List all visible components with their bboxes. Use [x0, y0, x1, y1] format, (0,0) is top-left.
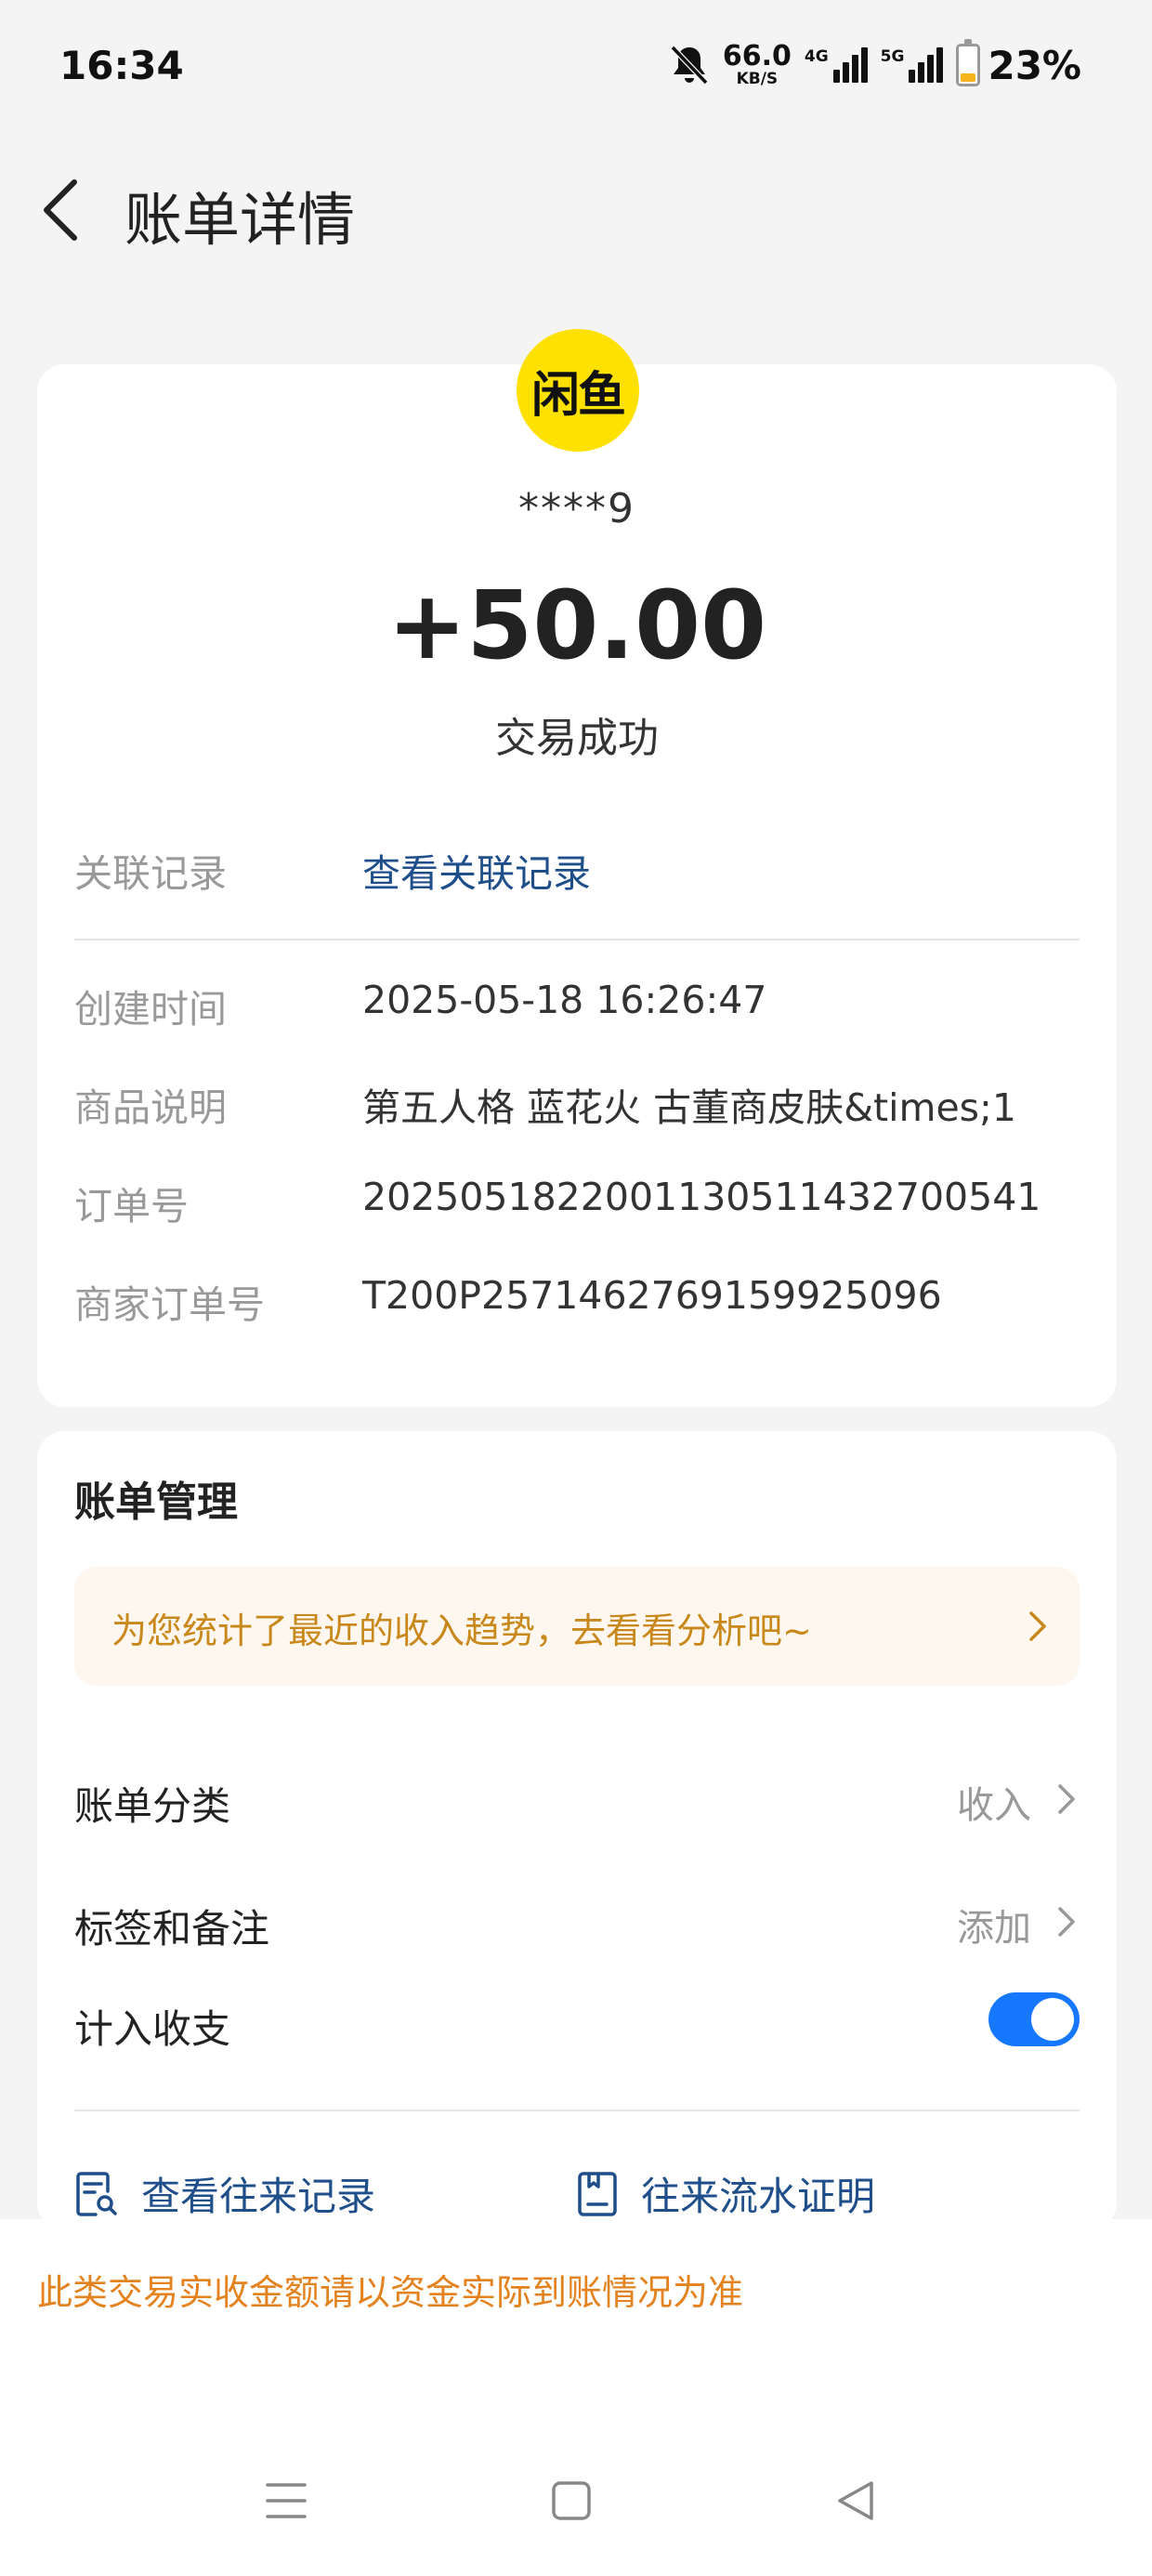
view-records-label: 查看往来记录 [141, 2174, 376, 2219]
related-records-link[interactable]: 查看关联记录 [362, 842, 591, 898]
chevron-right-icon [1029, 1611, 1046, 1641]
battery-icon [956, 39, 981, 86]
created-time-value: 2025-05-18 16:26:47 [362, 978, 767, 1022]
menu-icon[interactable] [264, 2479, 308, 2522]
statement-icon [578, 2171, 617, 2216]
signal-bar [918, 62, 925, 83]
signal-bar [936, 47, 944, 83]
page-title: 账单详情 [124, 186, 356, 254]
bill-management-card: 账单管理 为您统计了最近的收入趋势，去看看分析吧~ 账单分类 收入 标签和备注 … [37, 1431, 1117, 2230]
status-bar: 16:34 66.0 KB/S 4G 5G 23% [0, 0, 1152, 139]
signal-bar [832, 70, 840, 83]
include-stats-label: 计入收支 [74, 2006, 231, 2052]
signal-4g: 4G [805, 47, 868, 83]
merchant-logo: 闲鱼 [517, 329, 639, 452]
related-label: 关联记录 [74, 851, 227, 896]
home-icon[interactable] [550, 2479, 593, 2522]
chevron-right-icon [1058, 1907, 1075, 1937]
back-arrow-icon[interactable] [33, 173, 89, 247]
bill-category-label: 账单分类 [74, 1783, 231, 1829]
statement-proof-button[interactable]: 往来流水证明 [576, 2165, 875, 2222]
signal-5g: 5G [881, 47, 944, 83]
transaction-card: ****9 +50.00 交易成功 关联记录 查看关联记录 创建时间 2025-… [37, 364, 1117, 1407]
transaction-status: 交易成功 [495, 715, 659, 762]
tags-notes-label: 标签和备注 [74, 1906, 270, 1952]
battery: 23% [956, 39, 1081, 88]
product-desc-value: 第五人格 蓝花火 古董商皮肤&times;1 [362, 1085, 1016, 1130]
divider [74, 939, 1080, 940]
battery-fill [961, 72, 976, 82]
back-triangle-icon[interactable] [834, 2479, 877, 2522]
mute-bell-icon [670, 45, 709, 85]
footer: 此类交易实收金额请以资金实际到账情况为准 [0, 2219, 1152, 2576]
net-speed-unit: KB/S [736, 70, 779, 88]
statement-proof-label: 往来流水证明 [641, 2174, 876, 2219]
section-title: 账单管理 [74, 1479, 238, 1526]
bill-category-value: 收入 [957, 1784, 1031, 1827]
toggle-knob [1031, 1998, 1074, 2041]
include-stats-toggle[interactable] [988, 1992, 1080, 2046]
nav-header: 账单详情 [0, 149, 1152, 260]
battery-percent: 23% [988, 42, 1081, 88]
net-speed-value: 66.0 [722, 40, 792, 72]
signal-bar [927, 55, 935, 83]
net-speed: 66.0 KB/S [723, 43, 792, 87]
merchant-order-label: 商家订单号 [74, 1282, 265, 1327]
signal-bar [860, 47, 868, 83]
footer-note: 此类交易实收金额请以资金实际到账情况为准 [37, 2272, 744, 2313]
search-record-icon [76, 2171, 117, 2216]
chevron-right-icon [1058, 1784, 1075, 1814]
view-records-button[interactable]: 查看往来记录 [74, 2165, 375, 2222]
status-time: 16:34 [59, 43, 184, 88]
net-type-5g: 5G [880, 47, 905, 66]
net-type-4g: 4G [804, 47, 829, 66]
tags-notes-value: 添加 [957, 1907, 1031, 1950]
signal-bar [851, 55, 858, 83]
created-time-label: 创建时间 [74, 987, 227, 1032]
status-icons: 66.0 KB/S 4G 5G 23% [669, 37, 1081, 93]
order-number-value: 2025051822001130511432700541 [362, 1175, 1041, 1219]
merchant-order-value: T200P2571462769159925096 [362, 1273, 942, 1318]
signal-bar [842, 62, 849, 83]
payer-name: ****9 [518, 485, 635, 532]
signal-bar [909, 70, 916, 83]
income-trend-banner[interactable]: 为您统计了最近的收入趋势，去看看分析吧~ [74, 1567, 1080, 1686]
order-number-label: 订单号 [74, 1184, 189, 1229]
product-desc-label: 商品说明 [74, 1085, 227, 1130]
divider [74, 2109, 1080, 2111]
transaction-amount: +50.00 [386, 571, 767, 681]
promo-text: 为您统计了最近的收入趋势，去看看分析吧~ [111, 1610, 812, 1651]
